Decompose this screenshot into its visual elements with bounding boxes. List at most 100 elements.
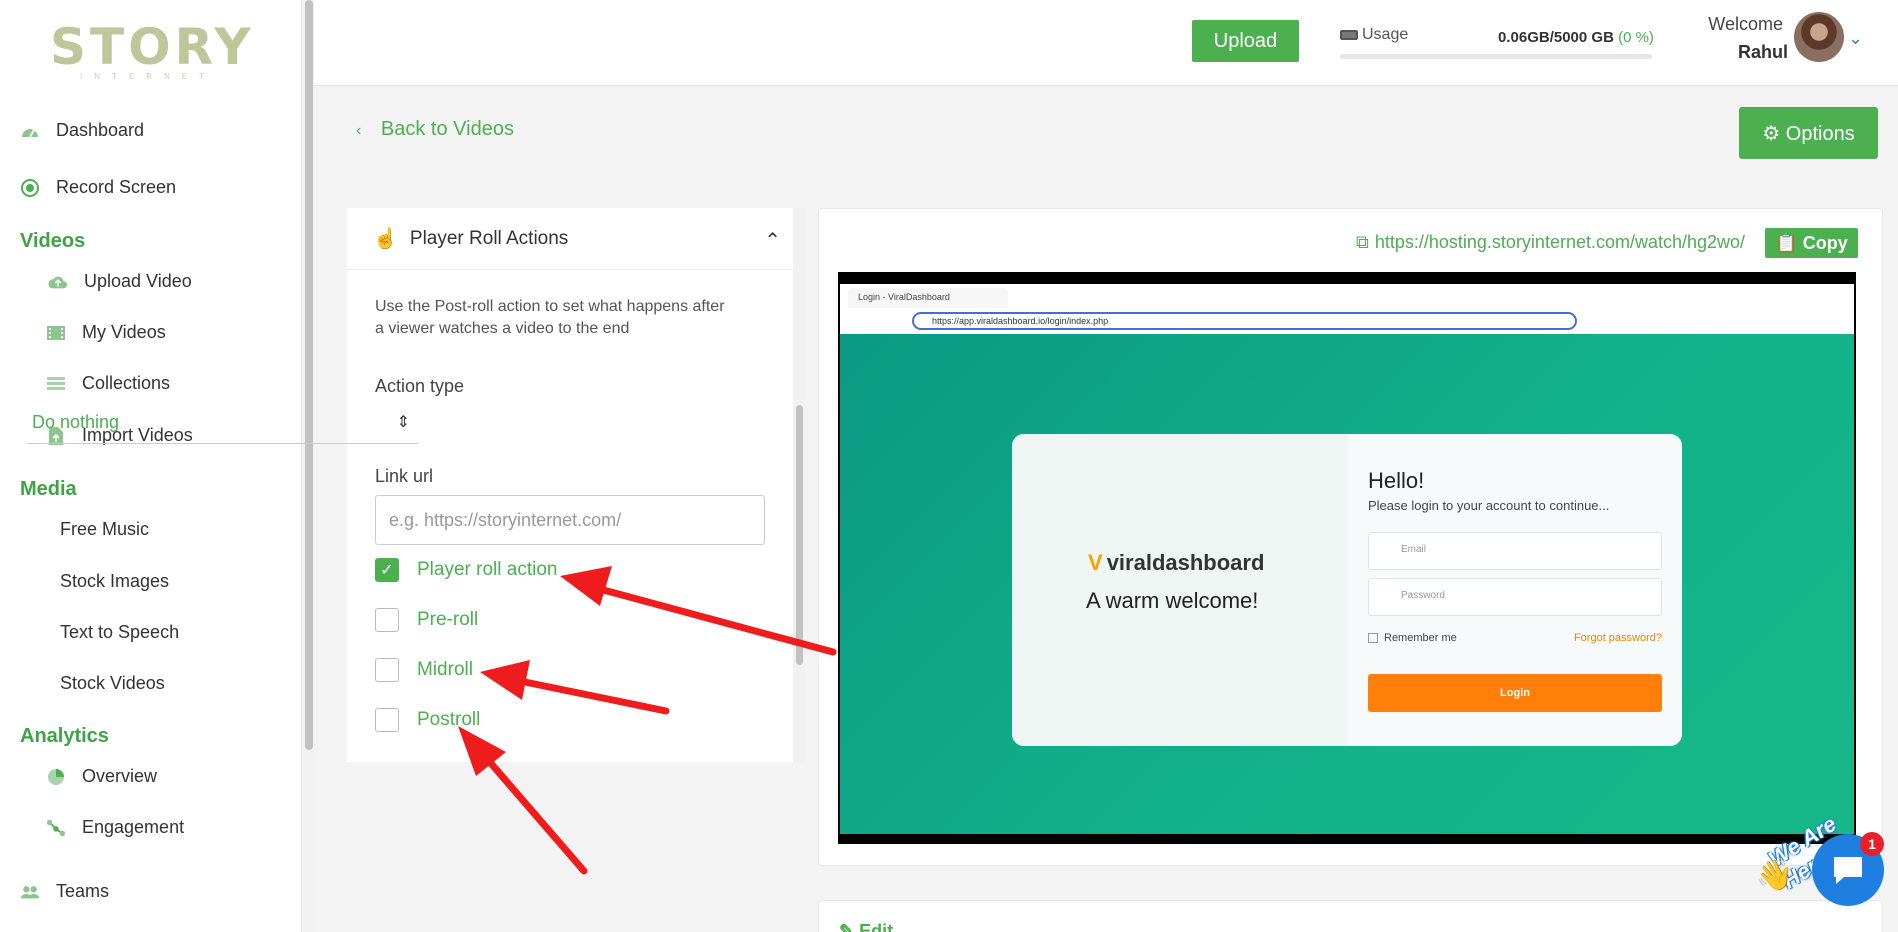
- player-roll-action-checkbox[interactable]: ✓ Player roll action: [375, 558, 557, 582]
- storage-icon: [1340, 30, 1358, 40]
- share-link[interactable]: ⧉ https://hosting.storyinternet.com/watc…: [1356, 232, 1745, 253]
- remember-checkbox-icon: [1368, 633, 1378, 643]
- usage-value: 0.06GB/5000 GB (0 %): [1498, 29, 1654, 46]
- midroll-checkbox[interactable]: Midroll: [375, 658, 473, 682]
- options-label: Options: [1785, 122, 1855, 145]
- sidebar-item-label: My Videos: [82, 322, 166, 342]
- options-button[interactable]: ⚙ Options: [1739, 107, 1878, 159]
- video-frame: Vviraldashboard A warm welcome! Hello! P…: [840, 334, 1854, 834]
- chevron-up-icon[interactable]: ⌃: [764, 228, 781, 253]
- sidebar-item-label: Stock Videos: [60, 673, 165, 693]
- avatar[interactable]: [1794, 12, 1844, 62]
- sidebar-item-record-screen[interactable]: Record Screen: [20, 177, 176, 198]
- username: Rahul: [1738, 42, 1789, 62]
- login-email-field: Email: [1368, 532, 1662, 570]
- upload-button[interactable]: Upload: [1192, 20, 1299, 62]
- video-player[interactable]: Login - ViralDashboard https://app.viral…: [838, 272, 1856, 844]
- chevron-left-icon: ‹: [356, 122, 362, 139]
- sidebar-item-label: Record Screen: [56, 177, 177, 197]
- logo-subtext: INTERNET: [80, 72, 216, 81]
- sidebar-item-engagement[interactable]: Engagement: [46, 817, 184, 838]
- login-hello: Hello!: [1368, 468, 1425, 493]
- sidebar-item-teams[interactable]: Teams: [20, 881, 109, 902]
- sidebar-item-free-music[interactable]: Free Music: [60, 519, 149, 540]
- v-logo-icon: V: [1088, 550, 1103, 575]
- sidebar-item-text-to-speech[interactable]: Text to Speech: [60, 622, 179, 643]
- sidebar-item-label: Overview: [82, 766, 158, 786]
- top-bar: [314, 0, 1898, 86]
- sidebar-scrollbar-thumb[interactable]: [305, 0, 313, 750]
- checkbox-label: Postroll: [417, 709, 481, 730]
- edit-icon: ✎: [839, 921, 855, 932]
- link-url-placeholder: e.g. https://storyinternet.com/: [389, 509, 622, 530]
- video-browser-chrome: Login - ViralDashboard https://app.viral…: [840, 284, 1854, 334]
- action-type-label: Action type: [375, 376, 465, 396]
- pre-roll-checkbox[interactable]: Pre-roll: [375, 608, 478, 632]
- users-icon: [20, 882, 40, 902]
- sidebar-item-label: Dashboard: [56, 120, 145, 140]
- sidebar-item-my-videos[interactable]: My Videos: [46, 322, 166, 343]
- login-card-right: Hello! Please login to your account to c…: [1348, 434, 1682, 746]
- sidebar-item-overview[interactable]: Overview: [46, 766, 157, 787]
- login-card-left: Vviraldashboard A warm welcome!: [1012, 434, 1348, 746]
- usage-label-text: Usage: [1362, 26, 1409, 43]
- sidebar-item-upload-video[interactable]: Upload Video: [48, 271, 192, 292]
- sidebar-item-stock-videos[interactable]: Stock Videos: [60, 673, 165, 694]
- login-remember: Remember me: [1368, 632, 1457, 644]
- login-card: Vviraldashboard A warm welcome! Hello! P…: [1012, 434, 1682, 746]
- back-to-videos-link[interactable]: ‹ Back to Videos: [356, 118, 514, 141]
- sidebar-item-label: Collections: [82, 373, 171, 393]
- login-password-field: Password: [1368, 578, 1662, 616]
- action-type-select[interactable]: Do nothing ⇕: [28, 404, 418, 444]
- login-subtitle: Please login to your account to continue…: [1368, 498, 1610, 513]
- chat-notification-badge: 1: [1860, 832, 1884, 856]
- video-browser-tab: Login - ViralDashboard: [848, 288, 1008, 308]
- collections-icon: [46, 374, 66, 394]
- edit-label-text: Edit: [859, 921, 894, 932]
- gear-icon: ⚙: [1762, 122, 1781, 145]
- sidebar: STORY INTERNET Dashboard Record Screen V…: [0, 0, 302, 932]
- clipboard-icon: 📋: [1775, 232, 1798, 253]
- external-link-icon: ⧉: [1356, 232, 1369, 252]
- sidebar-item-dashboard[interactable]: Dashboard: [20, 120, 144, 141]
- section-media: Media: [20, 478, 77, 500]
- back-link-label: Back to Videos: [380, 118, 514, 140]
- waving-hand-icon: 👋: [1756, 859, 1794, 892]
- pointer-hand-icon: ☝: [373, 228, 398, 250]
- sidebar-item-label: Upload Video: [84, 271, 192, 291]
- section-analytics: Analytics: [20, 725, 109, 747]
- panel-description: Use the Post-roll action to set what hap…: [375, 298, 725, 337]
- login-welcome: A warm welcome!: [1086, 588, 1259, 613]
- login-button: Login: [1368, 674, 1662, 712]
- sidebar-item-label: Stock Images: [60, 571, 170, 591]
- welcome-text: Welcome: [1708, 14, 1783, 34]
- story-internet-logo[interactable]: STORY INTERNET: [50, 10, 256, 82]
- brand-name: viraldashboard: [1106, 550, 1265, 575]
- usage-label: Usage: [1340, 26, 1408, 44]
- sidebar-item-stock-images[interactable]: Stock Images: [60, 571, 169, 592]
- logo-text: STORY: [50, 18, 255, 76]
- section-videos: Videos: [20, 230, 86, 252]
- usage-percent: (0 %): [1618, 29, 1654, 46]
- dashboard-icon: [20, 121, 40, 141]
- copy-button[interactable]: 📋 Copy: [1765, 228, 1858, 258]
- link-url-input[interactable]: e.g. https://storyinternet.com/: [375, 495, 765, 545]
- sidebar-item-collections[interactable]: Collections: [46, 373, 170, 394]
- panel-scrollbar-thumb[interactable]: [796, 405, 803, 665]
- engagement-icon: [46, 818, 66, 838]
- cloud-upload-icon: [48, 272, 68, 292]
- sidebar-item-label: Text to Speech: [60, 622, 180, 642]
- postroll-checkbox[interactable]: Postroll: [375, 708, 480, 732]
- panel-header[interactable]: ☝ Player Roll Actions: [347, 208, 793, 270]
- usage-amount: 0.06GB/5000 GB: [1498, 29, 1614, 46]
- login-forgot: Forgot password?: [1573, 632, 1662, 644]
- chevron-down-icon[interactable]: ⌄: [1848, 28, 1863, 49]
- film-icon: [46, 323, 66, 343]
- checkbox-label: Pre-roll: [417, 609, 479, 630]
- edit-label[interactable]: ✎ Edit: [839, 921, 893, 932]
- checkbox-label: Midroll: [417, 659, 473, 680]
- copy-label: Copy: [1802, 232, 1848, 253]
- sidebar-item-label: Teams: [56, 881, 110, 901]
- checkbox-label: Player roll action: [417, 559, 558, 580]
- share-url: https://hosting.storyinternet.com/watch/…: [1374, 232, 1746, 252]
